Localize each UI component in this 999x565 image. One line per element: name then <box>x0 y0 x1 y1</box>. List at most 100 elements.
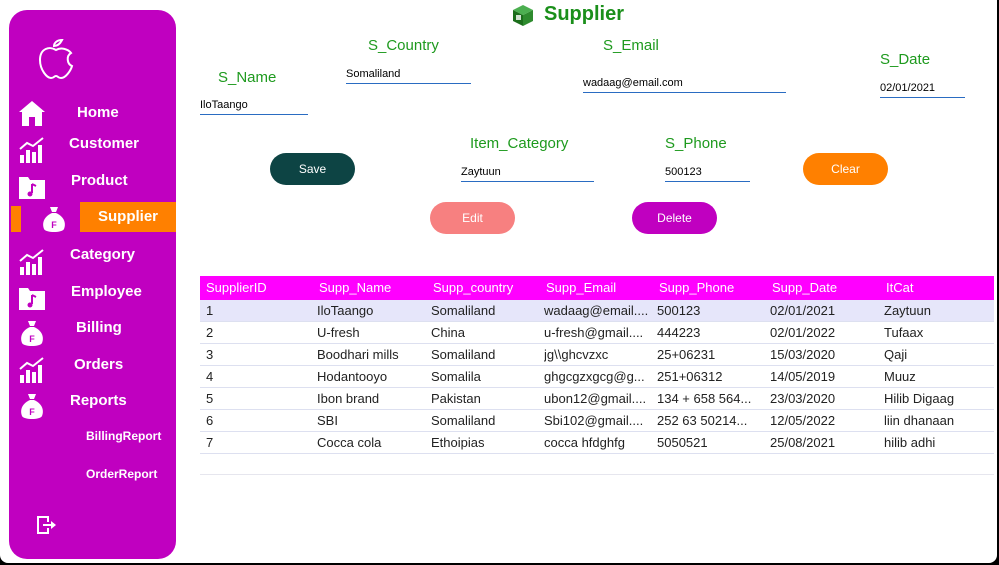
table-cell[interactable]: Pakistan <box>431 388 539 409</box>
table-cell[interactable]: Somalila <box>431 366 539 387</box>
sidebar-item-order-report[interactable]: OrderReport <box>86 467 157 481</box>
save-button[interactable]: Save <box>270 153 355 185</box>
sidebar-item-billing[interactable]: F Billing <box>9 316 176 352</box>
table-cell[interactable]: Sbi102@gmail.... <box>544 410 652 431</box>
sidebar-item-employee[interactable]: Employee <box>9 281 176 317</box>
s-email-field[interactable]: wadaag@email.com <box>583 74 786 93</box>
logout-icon[interactable] <box>35 514 57 536</box>
delete-button[interactable]: Delete <box>632 202 717 234</box>
table-row[interactable]: 7 Cocca cola Ethoipias cocca hfdghfg 5050521… <box>200 432 994 454</box>
s-country-label: S_Country <box>368 37 439 54</box>
table-row[interactable]: 4 Hodantooyo Somalila ghgcgzxgcg@g... 251+06… <box>200 366 994 388</box>
grid-bottom-border <box>200 474 994 475</box>
sidebar-item-customer[interactable]: Customer <box>9 133 176 169</box>
table-cell[interactable]: 5 <box>206 388 311 409</box>
table-cell[interactable]: 25/08/2021 <box>770 432 878 453</box>
money-bag-icon: F <box>43 207 65 232</box>
table-cell[interactable]: IloTaango <box>317 300 425 321</box>
table-cell[interactable]: u-fresh@gmail.... <box>544 322 652 343</box>
table-cell[interactable]: SBI <box>317 410 425 431</box>
table-cell[interactable]: Qaji <box>884 344 992 365</box>
table-cell[interactable]: hilib adhi <box>884 432 992 453</box>
table-cell[interactable]: 2 <box>206 322 311 343</box>
column-header[interactable]: SupplierID <box>206 276 267 300</box>
table-cell[interactable]: 7 <box>206 432 311 453</box>
table-cell[interactable]: Hodantooyo <box>317 366 425 387</box>
table-cell[interactable]: 6 <box>206 410 311 431</box>
table-cell[interactable]: Somaliland <box>431 300 539 321</box>
apple-logo-icon <box>38 38 74 80</box>
column-header[interactable]: Supp_Date <box>772 276 837 300</box>
sidebar-item-home[interactable]: Home <box>9 96 176 132</box>
sidebar-item-product[interactable]: Product <box>9 170 176 206</box>
grid-body: 1 IloTaango Somaliland wadaag@email.... 5001… <box>200 300 994 454</box>
table-cell[interactable]: liin dhanaan <box>884 410 992 431</box>
table-row[interactable]: 1 IloTaango Somaliland wadaag@email.... 5001… <box>200 300 994 322</box>
column-header[interactable]: Supp_Name <box>319 276 391 300</box>
column-header[interactable]: Supp_Email <box>546 276 616 300</box>
table-cell[interactable]: 12/05/2022 <box>770 410 878 431</box>
grid-header: SupplierID Supp_Name Supp_country Supp_E… <box>200 276 994 300</box>
table-cell[interactable]: jg\\ghcvzxc <box>544 344 652 365</box>
table-cell[interactable]: Ethoipias <box>431 432 539 453</box>
s-phone-label: S_Phone <box>665 135 727 152</box>
table-row[interactable]: 5 Ibon brand Pakistan ubon12@gmail.... 134 +… <box>200 388 994 410</box>
table-cell[interactable]: 02/01/2022 <box>770 322 878 343</box>
sidebar-item-category[interactable]: Category <box>9 245 176 281</box>
sidebar-item-orders[interactable]: Orders <box>9 353 176 389</box>
table-cell[interactable]: Muuz <box>884 366 992 387</box>
table-cell[interactable]: U-fresh <box>317 322 425 343</box>
sidebar-item-reports[interactable]: F Reports <box>9 389 176 425</box>
table-cell[interactable]: Hilib Digaag <box>884 388 992 409</box>
table-cell[interactable]: ghgcgzxgcg@g... <box>544 366 652 387</box>
table-cell[interactable]: 14/05/2019 <box>770 366 878 387</box>
table-cell[interactable]: ubon12@gmail.... <box>544 388 652 409</box>
clear-button[interactable]: Clear <box>803 153 888 185</box>
chart-icon <box>19 357 44 383</box>
table-cell[interactable]: wadaag@email.... <box>544 300 652 321</box>
s-date-field[interactable]: 02/01/2021 <box>880 79 965 98</box>
table-cell[interactable]: 5050521 <box>657 432 765 453</box>
table-cell[interactable]: cocca hfdghfg <box>544 432 652 453</box>
sidebar-item-label: Supplier <box>80 202 176 232</box>
money-bag-icon: F <box>21 321 43 346</box>
table-cell[interactable]: Cocca cola <box>317 432 425 453</box>
item-category-field[interactable]: Zaytuun <box>461 163 594 182</box>
column-header[interactable]: Supp_country <box>433 276 513 300</box>
table-cell[interactable]: Boodhari mills <box>317 344 425 365</box>
sidebar-item-supplier[interactable]: F Supplier <box>9 202 176 238</box>
table-cell[interactable]: Zaytuun <box>884 300 992 321</box>
table-cell[interactable]: 134 + 658 564... <box>657 388 765 409</box>
music-folder-icon <box>19 288 45 310</box>
table-cell[interactable]: 4 <box>206 366 311 387</box>
table-cell[interactable]: Ibon brand <box>317 388 425 409</box>
table-cell[interactable]: Somaliland <box>431 410 539 431</box>
table-cell[interactable]: 02/01/2021 <box>770 300 878 321</box>
s-country-field[interactable]: Somaliland <box>346 65 471 84</box>
table-cell[interactable]: 15/03/2020 <box>770 344 878 365</box>
table-row[interactable]: 2 U-fresh China u-fresh@gmail.... 444223 02/0… <box>200 322 994 344</box>
table-cell[interactable]: 251+06312 <box>657 366 765 387</box>
supplier-grid[interactable]: SupplierID Supp_Name Supp_country Supp_E… <box>200 276 994 454</box>
page-title-text: Supplier <box>544 3 625 25</box>
table-cell[interactable]: 444223 <box>657 322 765 343</box>
table-cell[interactable]: 3 <box>206 344 311 365</box>
s-phone-field[interactable]: 500123 <box>665 163 750 182</box>
table-cell[interactable]: 25+06231 <box>657 344 765 365</box>
table-cell[interactable]: 23/03/2020 <box>770 388 878 409</box>
table-cell[interactable]: Tufaax <box>884 322 992 343</box>
column-header[interactable]: Supp_Phone <box>659 276 734 300</box>
table-cell[interactable]: China <box>431 322 539 343</box>
table-row[interactable]: 6 SBI Somaliland Sbi102@gmail.... 252 63 502… <box>200 410 994 432</box>
table-cell[interactable]: Somaliland <box>431 344 539 365</box>
s-name-field[interactable]: IloTaango <box>200 96 308 115</box>
s-date-label: S_Date <box>880 51 931 68</box>
table-row[interactable]: 3 Boodhari mills Somaliland jg\\ghcvzxc 25+0… <box>200 344 994 366</box>
edit-button[interactable]: Edit <box>430 202 515 234</box>
table-cell[interactable]: 500123 <box>657 300 765 321</box>
sidebar-item-billing-report[interactable]: BillingReport <box>86 429 161 443</box>
table-cell[interactable]: 1 <box>206 300 311 321</box>
table-cell[interactable]: 252 63 50214... <box>657 410 765 431</box>
column-header[interactable]: ItCat <box>886 276 913 300</box>
s-name-label: S_Name <box>218 69 277 86</box>
